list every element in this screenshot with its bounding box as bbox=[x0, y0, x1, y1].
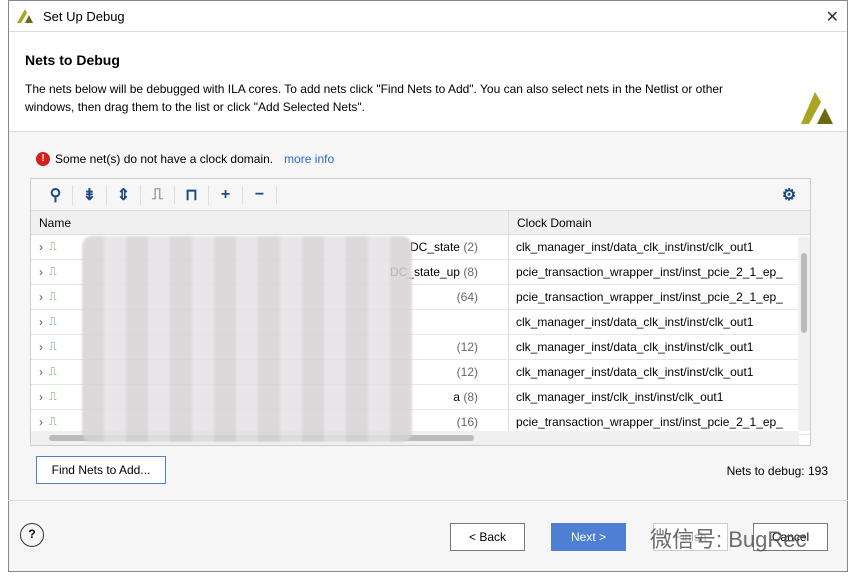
error-icon: ! bbox=[36, 152, 50, 166]
table-header: Name Clock Domain bbox=[31, 211, 810, 235]
remove-icon[interactable]: − bbox=[243, 185, 277, 204]
net-name: DC_state bbox=[409, 239, 460, 254]
collapse-all-icon[interactable]: ⇟ bbox=[73, 184, 107, 205]
column-clock-domain[interactable]: Clock Domain bbox=[509, 211, 592, 234]
clock-domain-cell[interactable]: clk_manager_inst/data_clk_inst/inst/clk_… bbox=[509, 310, 795, 334]
net-width: (8) bbox=[463, 389, 478, 404]
expand-all-icon[interactable]: ⇕ bbox=[107, 184, 141, 205]
clock-domain-cell[interactable]: pcie_transaction_wrapper_inst/inst_pcie_… bbox=[509, 285, 795, 309]
find-nets-button[interactable]: Find Nets to Add... bbox=[36, 456, 166, 484]
column-name[interactable]: Name bbox=[31, 211, 509, 234]
expand-chevron-icon[interactable]: › bbox=[39, 335, 43, 360]
vivado-logo-icon bbox=[801, 92, 833, 124]
warning-text: Some net(s) do not have a clock domain. bbox=[55, 152, 274, 166]
help-icon[interactable]: ? bbox=[20, 523, 44, 547]
net-width: (64) bbox=[456, 289, 478, 304]
vertical-scrollbar[interactable] bbox=[798, 237, 810, 431]
clock-domain-cell[interactable]: clk_manager_inst/clk_inst/inst/clk_out1 bbox=[509, 385, 795, 409]
net-width: (8) bbox=[463, 264, 478, 279]
next-button[interactable]: Next > bbox=[551, 523, 626, 551]
title-bar: Set Up Debug ✕ bbox=[9, 1, 847, 32]
page-description: The nets below will be debugged with ILA… bbox=[25, 82, 724, 114]
net-waveform-icon: ⎍ bbox=[49, 390, 57, 403]
clock-domain-cell[interactable]: clk_manager_inst/data_clk_inst/inst/clk_… bbox=[509, 335, 795, 359]
more-info-link[interactable]: more info bbox=[284, 152, 334, 166]
divider bbox=[8, 500, 848, 501]
redacted-region bbox=[82, 236, 412, 442]
nets-count: Nets to debug: 193 bbox=[726, 464, 828, 478]
expand-chevron-icon[interactable]: › bbox=[39, 285, 43, 310]
close-icon[interactable]: ✕ bbox=[826, 7, 839, 27]
net-waveform-icon: ⎍ bbox=[49, 315, 57, 328]
clock-domain-cell[interactable]: clk_manager_inst/data_clk_inst/inst/clk_… bbox=[509, 235, 795, 259]
net-waveform-icon: ⎍ bbox=[49, 265, 57, 278]
warning-message: ! Some net(s) do not have a clock domain… bbox=[36, 152, 334, 166]
probe-type-icon[interactable]: ⎍ bbox=[141, 185, 175, 204]
net-width: (12) bbox=[456, 364, 478, 379]
clock-domain-cell[interactable]: pcie_transaction_wrapper_inst/inst_pcie_… bbox=[509, 260, 795, 284]
gear-icon[interactable]: ⚙ bbox=[772, 185, 806, 205]
window-title: Set Up Debug bbox=[43, 8, 125, 24]
expand-chevron-icon[interactable]: › bbox=[39, 360, 43, 385]
page-title: Nets to Debug bbox=[25, 52, 120, 68]
net-waveform-icon: ⎍ bbox=[49, 290, 57, 303]
net-width: (12) bbox=[456, 339, 478, 354]
search-icon[interactable]: ⚲ bbox=[39, 184, 73, 205]
net-waveform-icon: ⎍ bbox=[49, 365, 57, 378]
net-width: (16) bbox=[456, 414, 478, 429]
page-header: Nets to Debug The nets below will be deb… bbox=[9, 32, 847, 132]
net-width: (2) bbox=[463, 239, 478, 254]
net-waveform-icon: ⎍ bbox=[49, 240, 57, 253]
expand-chevron-icon[interactable]: › bbox=[39, 260, 43, 285]
watermark: 微信号: BugRec bbox=[650, 527, 807, 552]
expand-chevron-icon[interactable]: › bbox=[39, 235, 43, 260]
add-icon[interactable]: + bbox=[209, 185, 243, 204]
clock-icon[interactable]: ⊓ bbox=[175, 184, 209, 205]
net-name: a bbox=[453, 389, 460, 404]
clock-domain-cell[interactable]: clk_manager_inst/data_clk_inst/inst/clk_… bbox=[509, 360, 795, 384]
vivado-logo-icon bbox=[17, 9, 33, 23]
back-button[interactable]: < Back bbox=[450, 523, 525, 551]
net-waveform-icon: ⎍ bbox=[49, 340, 57, 353]
expand-chevron-icon[interactable]: › bbox=[39, 310, 43, 335]
expand-chevron-icon[interactable]: › bbox=[39, 385, 43, 410]
table-toolbar: ⚲ ⇟ ⇕ ⎍ ⊓ + − ⚙ bbox=[31, 179, 810, 211]
